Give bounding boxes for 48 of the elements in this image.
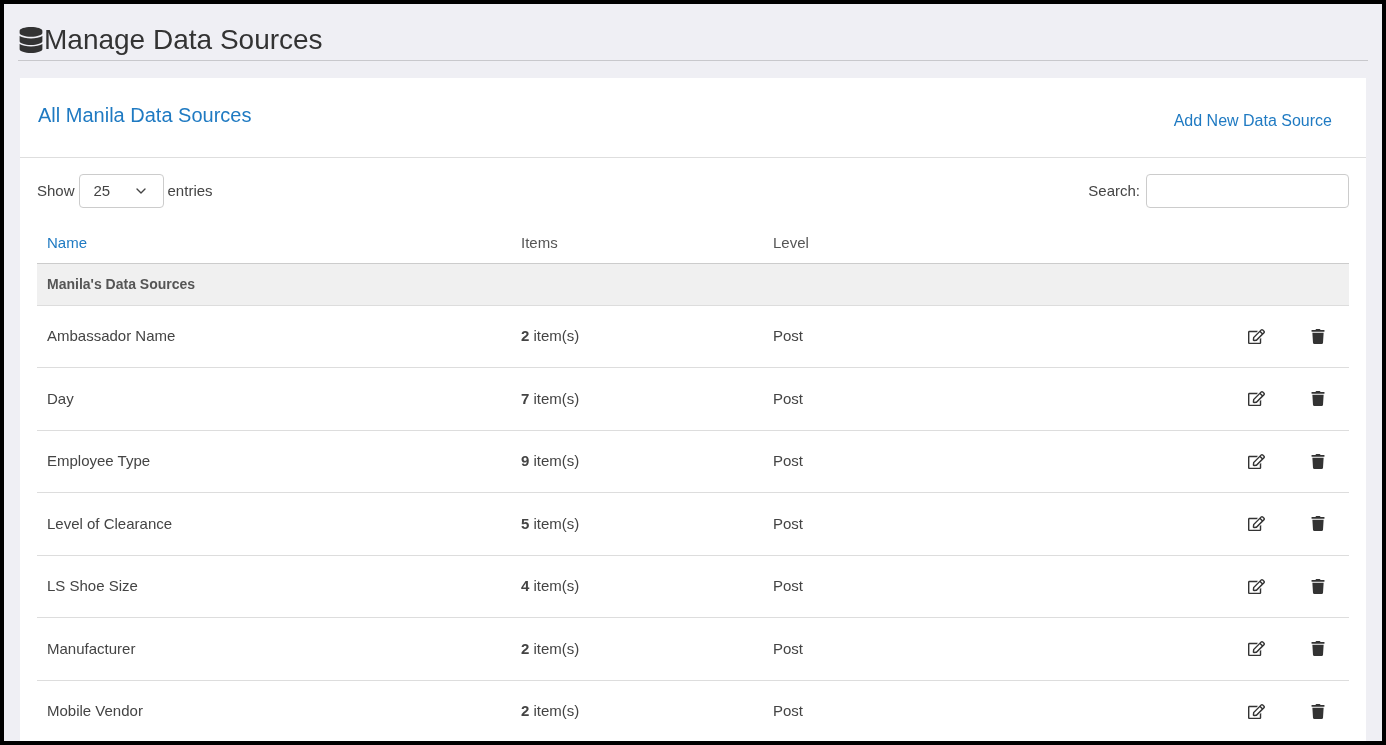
table-cell-text: Mobile Vendor — [47, 701, 143, 721]
entries-label: entries — [167, 180, 213, 201]
table-cell-text: 7 item(s) — [521, 388, 580, 409]
group-row: Manila's Data Sources — [37, 263, 1349, 306]
edit-icon[interactable] — [1247, 327, 1265, 345]
trash-icon[interactable] — [1311, 578, 1325, 594]
table-cell-text: Post — [773, 701, 803, 721]
table-cell-text: Post — [773, 388, 803, 409]
entries-select[interactable]: 25 — [78, 174, 164, 208]
search-field[interactable] — [1146, 174, 1349, 208]
table-cell-text: 2 item(s) — [521, 638, 580, 659]
table-cell-text: 9 item(s) — [521, 451, 580, 471]
column-header: Items — [521, 234, 558, 251]
table-cell-text: Level of Clearance — [47, 513, 173, 534]
trash-icon[interactable] — [1311, 516, 1325, 532]
table-cell-text: 4 item(s) — [521, 576, 580, 596]
trash-icon[interactable] — [1311, 328, 1325, 344]
search-label: Search: — [1088, 180, 1140, 201]
table-cell-text: Manufacturer — [47, 638, 136, 659]
table-cell-text: Post — [773, 451, 803, 471]
trash-icon[interactable] — [1311, 641, 1325, 657]
edit-icon[interactable] — [1247, 702, 1265, 720]
table-cell-text: Day — [47, 388, 74, 409]
edit-icon[interactable] — [1247, 577, 1265, 595]
table-cell-text: Post — [773, 638, 803, 659]
column-header[interactable]: Name — [47, 234, 87, 251]
edit-icon[interactable] — [1247, 390, 1265, 408]
database-icon — [18, 27, 44, 53]
edit-icon[interactable] — [1247, 452, 1265, 470]
table-cell-text: Post — [773, 326, 803, 346]
trash-icon[interactable] — [1311, 453, 1325, 469]
edit-icon[interactable] — [1247, 640, 1265, 658]
table-cell-text: 2 item(s) — [521, 701, 580, 721]
table-cell-text: 2 item(s) — [521, 326, 580, 346]
trash-icon[interactable] — [1311, 391, 1325, 407]
table-cell-text: LS Shoe Size — [47, 576, 138, 596]
table-cell-text: Post — [773, 576, 803, 596]
table-cell-text: Post — [773, 513, 803, 534]
show-label: Show — [37, 180, 75, 201]
add-new-link[interactable]: Add New Data Source — [1173, 109, 1332, 133]
page-title: Manage Data Sources — [44, 23, 323, 57]
column-header: Level — [773, 234, 809, 251]
card-title: All Manila Data Sources — [38, 103, 252, 128]
table-cell-text: Ambassador Name — [47, 326, 176, 346]
trash-icon[interactable] — [1311, 703, 1325, 719]
table-cell-text: 5 item(s) — [521, 513, 580, 534]
edit-icon[interactable] — [1247, 515, 1265, 533]
table-cell-text: Employee Type — [47, 451, 151, 471]
